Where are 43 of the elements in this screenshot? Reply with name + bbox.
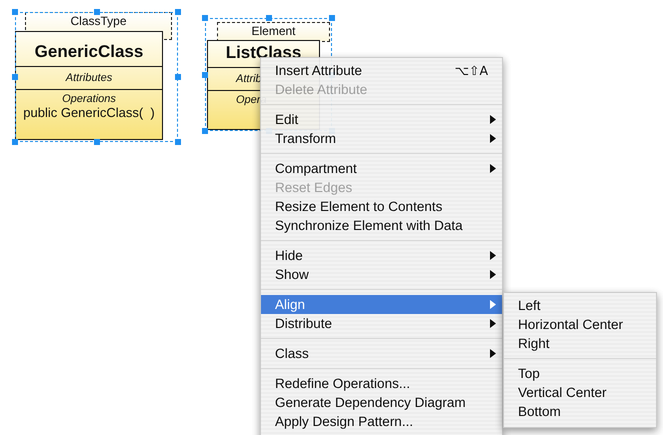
resize-handle[interactable]: [175, 9, 181, 15]
resize-handle[interactable]: [175, 139, 181, 145]
menu-item[interactable]: Show: [261, 265, 502, 284]
class-name: ListClass: [226, 43, 302, 64]
resize-handle[interactable]: [12, 74, 18, 80]
attributes-heading: Attributes: [66, 72, 112, 84]
menu-item[interactable]: Generate Dependency Diagram: [261, 393, 502, 412]
menu-item[interactable]: Transform: [261, 129, 502, 148]
menu-item[interactable]: Synchronize Element with Data: [261, 216, 502, 235]
shortcut-label: ⌥⇧A: [454, 63, 488, 78]
template-parameter-label: Element: [251, 25, 296, 37]
resize-handle[interactable]: [202, 15, 208, 21]
menu-item[interactable]: Horizontal Center: [504, 315, 656, 334]
resize-handle[interactable]: [12, 139, 18, 145]
operations-heading: Operations: [62, 93, 116, 105]
menu-item[interactable]: Insert Attribute ⌥⇧A: [261, 61, 502, 80]
resize-handle[interactable]: [175, 74, 181, 80]
menu-item[interactable]: Resize Element to Contents: [261, 197, 502, 216]
menu-item[interactable]: Bottom: [504, 402, 656, 421]
menu-item[interactable]: Align: [261, 295, 502, 314]
menu-item[interactable]: Right: [504, 334, 656, 353]
resize-handle[interactable]: [94, 139, 100, 145]
menu-item[interactable]: Top: [504, 364, 656, 383]
resize-handle[interactable]: [329, 15, 335, 21]
menu-item[interactable]: Redefine Operations...: [261, 374, 502, 393]
template-parameter-label: ClassType: [70, 15, 127, 27]
resize-handle[interactable]: [94, 9, 100, 15]
operation-text: public GenericClass( ): [23, 105, 155, 120]
class-name: GenericClass: [34, 42, 144, 63]
resize-handle[interactable]: [202, 128, 208, 134]
menu-item[interactable]: Compartment: [261, 159, 502, 178]
menu-item[interactable]: Class: [261, 344, 502, 363]
menu-item[interactable]: Left: [504, 296, 656, 315]
menu-item[interactable]: Distribute: [261, 314, 502, 333]
resize-handle[interactable]: [266, 15, 272, 21]
class-box[interactable]: GenericClass Attributes Operations public GenericClass( ): [15, 31, 163, 140]
menu-item[interactable]: Apply Design Pattern...: [261, 412, 502, 431]
menu-item[interactable]: Edit: [261, 110, 502, 129]
attributes-heading: Attrib: [236, 73, 262, 85]
resize-handle[interactable]: [12, 9, 18, 15]
resize-handle[interactable]: [202, 72, 208, 78]
menu-item[interactable]: Vertical Center: [504, 383, 656, 402]
menu-item[interactable]: Hide: [261, 246, 502, 265]
